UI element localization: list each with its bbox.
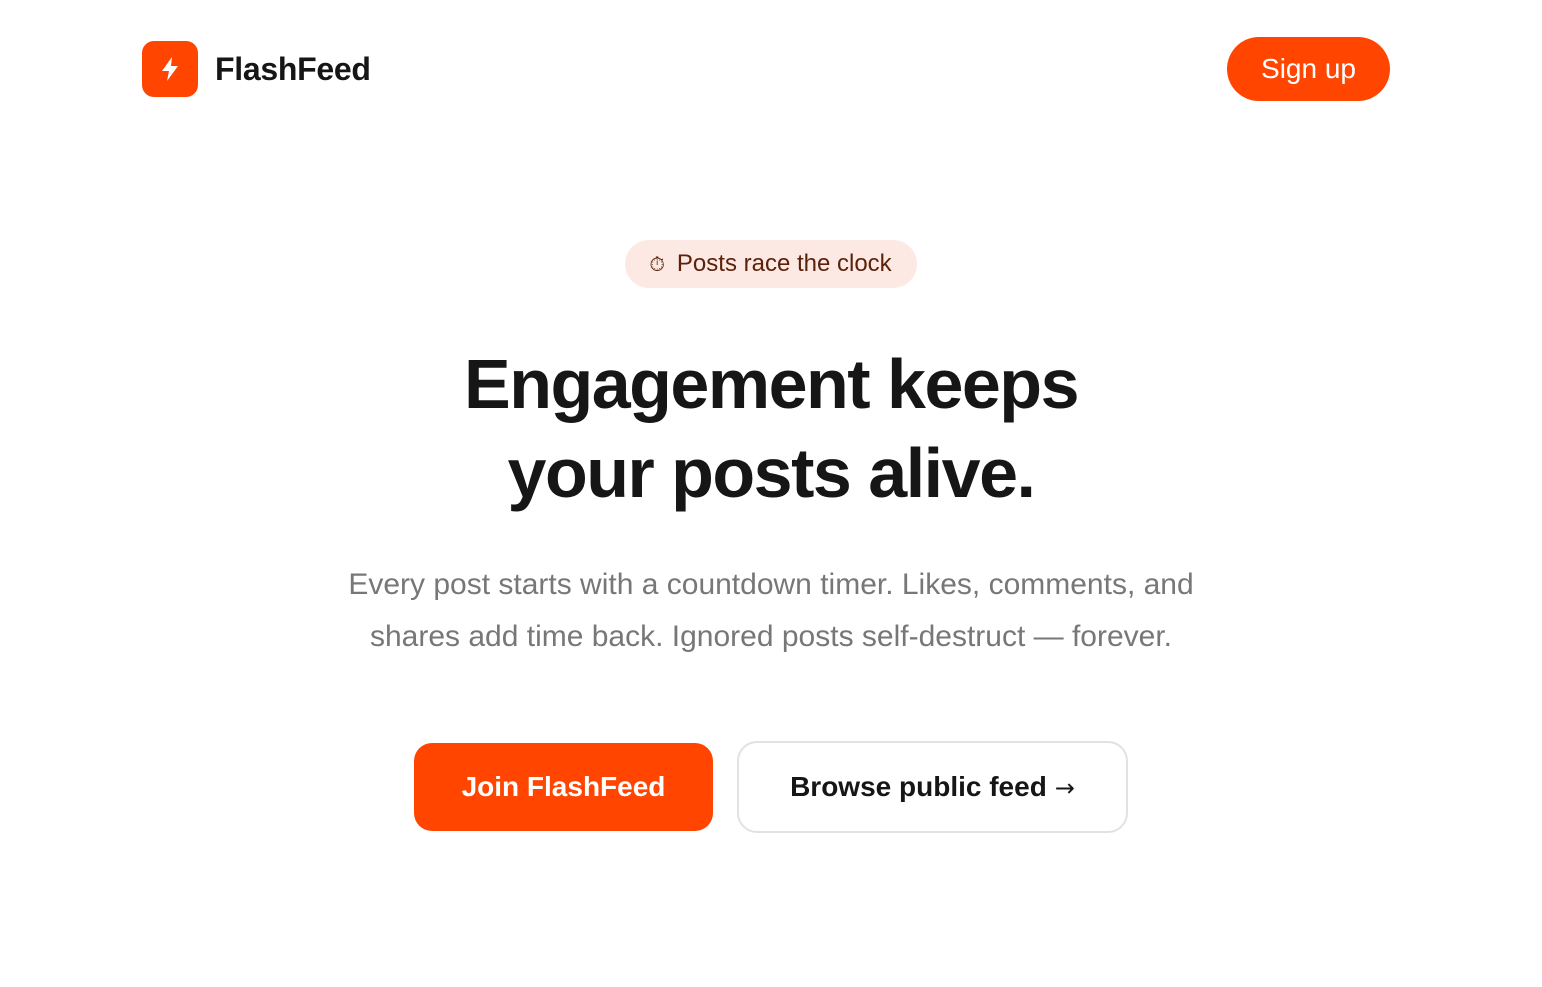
lightning-bolt-glyph xyxy=(162,57,178,81)
brand-name: FlashFeed xyxy=(215,50,371,87)
hero-subtitle: Every post starts with a countdown timer… xyxy=(348,568,1194,653)
brand-home-link[interactable]: FlashFeed xyxy=(142,41,371,97)
tagline-badge-text: Posts race the clock xyxy=(676,250,892,277)
join-button[interactable]: Join FlashFeed xyxy=(414,743,713,831)
hero-actions: Join FlashFeed Browse public feed → xyxy=(0,741,1542,833)
tagline-badge: ⏱ Posts race the clock xyxy=(625,240,917,288)
hero-title-line: Engagement keeps xyxy=(464,345,1080,423)
site-header: FlashFeed Sign up xyxy=(142,37,1390,101)
lightning-bolt-icon xyxy=(142,41,198,97)
hero-title-line: your posts alive. xyxy=(507,434,1036,512)
hero-title: Engagement keeps your posts alive. xyxy=(0,340,1542,518)
hero-section: ⏱ Posts race the clock Engagement keeps … xyxy=(0,240,1542,833)
browse-public-feed-label: Browse public feed xyxy=(790,771,1047,802)
arrow-right-icon: → xyxy=(1054,774,1075,802)
sign-up-button[interactable]: Sign up xyxy=(1227,37,1390,101)
browse-public-feed-button[interactable]: Browse public feed → xyxy=(737,741,1128,833)
stopwatch-icon: ⏱ xyxy=(649,252,665,276)
